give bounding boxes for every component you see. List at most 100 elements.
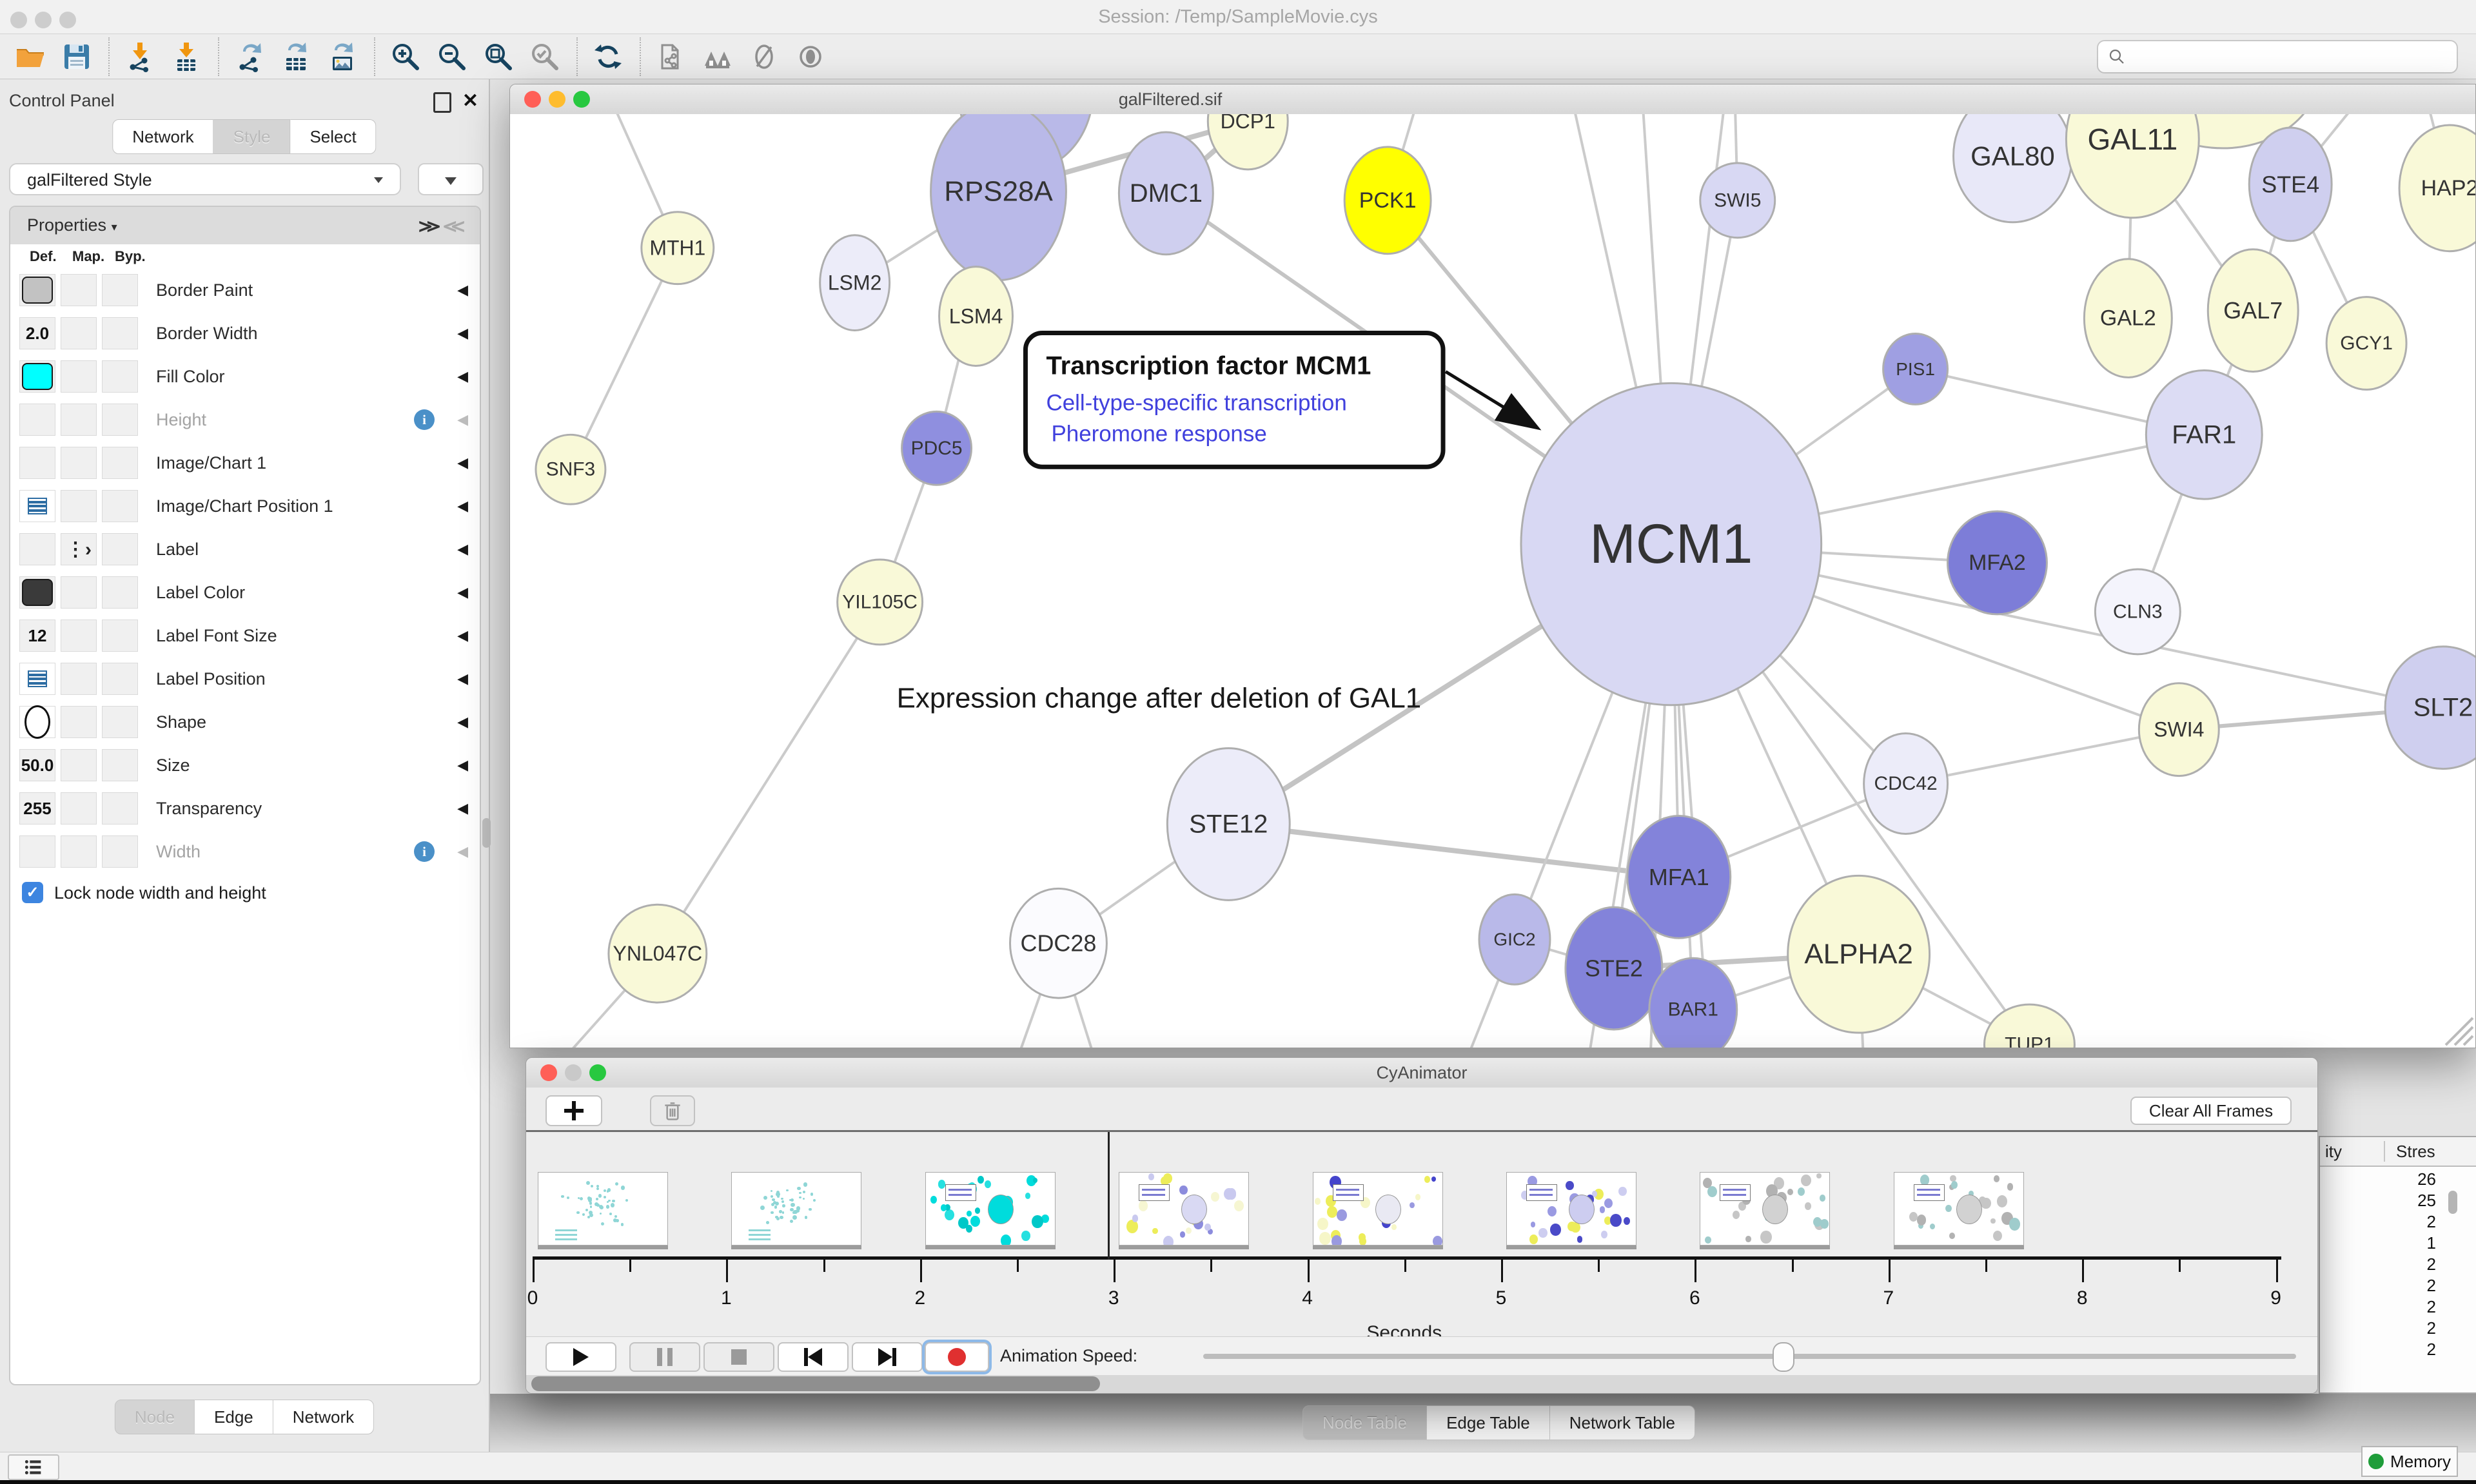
def-cell[interactable]	[19, 835, 55, 868]
zoom-out-button[interactable]	[433, 38, 471, 75]
record-button[interactable]	[925, 1342, 989, 1372]
node-ynl047c[interactable]: YNL047C	[609, 904, 707, 1002]
def-cell[interactable]	[19, 663, 55, 695]
byp-cell[interactable]	[102, 792, 138, 825]
byp-cell[interactable]	[102, 404, 138, 436]
expand-row-icon[interactable]: ◀	[457, 787, 468, 830]
node-snf3[interactable]: SNF3	[536, 434, 605, 504]
node-ste12[interactable]: STE12	[1167, 748, 1290, 901]
info-icon[interactable]: i	[414, 409, 435, 430]
property-row-label-position[interactable]: Label Position◀	[10, 658, 480, 701]
def-cell[interactable]	[19, 706, 55, 738]
lock-size-checkbox[interactable]: ✓	[22, 882, 43, 903]
map-cell[interactable]	[61, 274, 97, 306]
style-options-button[interactable]	[418, 163, 484, 195]
node-gic2[interactable]: GIC2	[1479, 894, 1550, 984]
map-cell[interactable]	[61, 792, 97, 825]
byp-cell[interactable]	[102, 447, 138, 479]
node-gal11[interactable]: GAL11	[2066, 114, 2199, 218]
property-row-height[interactable]: Heighti◀	[10, 398, 480, 442]
node-mth1[interactable]: MTH1	[642, 212, 714, 284]
byp-cell[interactable]	[102, 490, 138, 522]
column-divider[interactable]	[2384, 1141, 2385, 1162]
pause-button[interactable]	[629, 1342, 700, 1372]
zoom-selected-button[interactable]	[526, 38, 564, 75]
expand-row-icon[interactable]: ◀	[457, 744, 468, 786]
properties-scrollbar[interactable]	[482, 818, 491, 848]
node-lsm4[interactable]: LSM4	[939, 267, 1013, 366]
edge[interactable]	[658, 602, 880, 953]
node-pck1[interactable]: PCK1	[1344, 147, 1431, 254]
property-row-label-color[interactable]: Label Color◀	[10, 571, 480, 615]
property-row-size[interactable]: 50.0Size◀	[10, 744, 480, 788]
table-row[interactable]: 2	[2320, 1212, 2445, 1233]
hide-annotations-button[interactable]	[745, 38, 783, 75]
map-cell[interactable]	[61, 576, 97, 609]
map-cell[interactable]	[61, 360, 97, 393]
open-folder-button[interactable]	[12, 38, 49, 75]
export-table-button[interactable]	[277, 38, 315, 75]
play-button[interactable]	[545, 1342, 616, 1372]
column-stress[interactable]: Stres	[2396, 1142, 2435, 1162]
network-canvas[interactable]: DCP1RPS28ADMC1PCK1MTH1LSM2LSM4SNF3PDC5YI…	[510, 114, 2475, 1048]
node-swi4[interactable]: SWI4	[2139, 683, 2219, 776]
byp-cell[interactable]	[102, 706, 138, 738]
node-gcy1[interactable]: GCY1	[2326, 297, 2406, 390]
tab-select[interactable]: Select	[290, 119, 376, 154]
byp-cell[interactable]	[102, 533, 138, 565]
node-dmc1[interactable]: DMC1	[1119, 132, 1213, 255]
property-row-image-chart-position-1[interactable]: Image/Chart Position 1◀	[10, 485, 480, 529]
export-network-button[interactable]	[231, 38, 268, 75]
map-cell[interactable]	[61, 663, 97, 695]
add-frame-button[interactable]	[545, 1095, 602, 1126]
frame-thumbnail-1[interactable]	[731, 1172, 861, 1245]
show-annotations-button[interactable]	[792, 38, 829, 75]
save-button[interactable]	[58, 38, 95, 75]
export-image-button[interactable]	[324, 38, 361, 75]
expand-row-icon[interactable]: ◀	[457, 571, 468, 614]
tab-node[interactable]: Node	[115, 1400, 195, 1434]
task-history-button[interactable]	[8, 1454, 59, 1480]
map-cell[interactable]	[61, 490, 97, 522]
expand-row-icon[interactable]: ◀	[457, 398, 468, 441]
node-gal2[interactable]: GAL2	[2084, 259, 2172, 378]
tab-network-table[interactable]: Network Table	[1550, 1405, 1695, 1440]
def-cell[interactable]	[19, 447, 55, 479]
birdseye-button[interactable]	[699, 38, 736, 75]
zoom-in-button[interactable]	[387, 38, 424, 75]
frame-thumbnail-2[interactable]	[925, 1172, 1056, 1245]
property-row-image-chart-1[interactable]: Image/Chart 1◀	[10, 442, 480, 485]
node-hap2[interactable]: HAP2	[2399, 125, 2475, 251]
expand-row-icon[interactable]: ◀	[457, 701, 468, 743]
frame-thumbnail-6[interactable]	[1700, 1172, 1830, 1245]
expand-row-icon[interactable]: ◀	[457, 442, 468, 484]
def-cell[interactable]: 255	[19, 792, 55, 825]
frame-thumbnail-5[interactable]	[1506, 1172, 1636, 1245]
annotation-callout[interactable]: Transcription factor MCM1Cell-type-speci…	[1025, 333, 1443, 467]
node-slt2[interactable]: SLT2	[2385, 647, 2475, 769]
network-window-titlebar[interactable]: galFiltered.sif	[510, 84, 2475, 115]
property-row-label-font-size[interactable]: 12Label Font Size◀	[10, 614, 480, 658]
property-row-border-paint[interactable]: Border Paint◀	[10, 269, 480, 313]
memory-button[interactable]: Memory	[2361, 1446, 2458, 1477]
animation-speed-thumb[interactable]	[1773, 1342, 1794, 1372]
node-lsm2[interactable]: LSM2	[820, 235, 890, 331]
node-alpha2[interactable]: ALPHA2	[1788, 875, 1930, 1033]
import-network-button[interactable]	[121, 38, 159, 75]
def-cell[interactable]	[19, 274, 55, 306]
node-cdc28[interactable]: CDC28	[1010, 888, 1106, 998]
frame-thumbnail-0[interactable]	[538, 1172, 668, 1245]
tab-edge-table[interactable]: Edge Table	[1427, 1405, 1550, 1440]
table-scrollbar[interactable]	[2448, 1191, 2457, 1214]
node-gal7[interactable]: GAL7	[2208, 249, 2298, 372]
import-table-button[interactable]	[168, 38, 205, 75]
def-cell[interactable]	[19, 360, 55, 393]
byp-cell[interactable]	[102, 317, 138, 349]
map-cell[interactable]	[61, 447, 97, 479]
byp-cell[interactable]	[102, 360, 138, 393]
byp-cell[interactable]	[102, 576, 138, 609]
node-yil105c[interactable]: YIL105C	[838, 560, 923, 645]
table-row[interactable]: 2	[2320, 1297, 2445, 1318]
properties-header[interactable]: Properties ▾ ≫ ≪	[10, 207, 480, 245]
byp-cell[interactable]	[102, 620, 138, 652]
